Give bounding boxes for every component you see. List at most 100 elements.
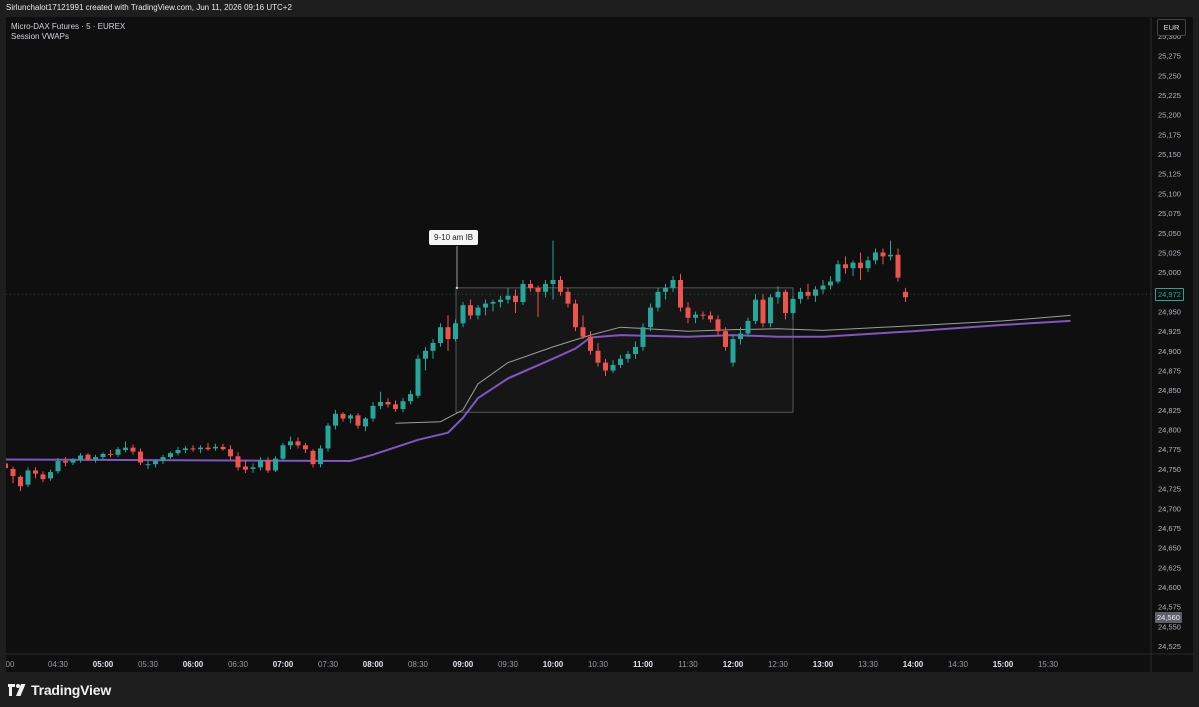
candle[interactable] [310,449,316,468]
candle[interactable] [175,446,181,456]
candle[interactable] [123,441,128,453]
indicator-title[interactable]: Session VWAPs [11,32,125,42]
candle[interactable] [430,339,436,359]
candle[interactable] [423,346,428,371]
candle[interactable] [805,283,811,300]
candle[interactable] [18,475,23,491]
candle[interactable] [768,294,773,328]
candle[interactable] [393,400,398,412]
candle[interactable] [220,443,226,451]
candle[interactable] [303,442,308,454]
candle-body [138,451,143,463]
candle[interactable] [273,456,278,473]
candle[interactable] [333,409,338,430]
candle[interactable] [10,466,16,484]
candle[interactable] [640,323,646,351]
candle[interactable] [33,467,38,479]
candle[interactable] [258,457,263,471]
currency-button[interactable]: EUR [1157,19,1186,36]
candle[interactable] [325,423,331,452]
candle[interactable] [288,436,293,450]
candle[interactable] [348,413,353,424]
candle[interactable] [78,453,83,463]
candle[interactable] [93,454,98,463]
candle-body [670,280,676,288]
candle-body [475,307,481,316]
candle[interactable] [145,461,151,469]
candle[interactable] [168,451,173,459]
candle[interactable] [363,416,368,432]
candle[interactable] [873,248,878,265]
time-tick-label: 10:30 [588,660,609,669]
candle[interactable] [378,391,383,410]
candle[interactable] [400,398,406,413]
candle[interactable] [648,303,653,332]
candle[interactable] [40,471,46,483]
candle[interactable] [678,273,683,312]
candle[interactable] [48,469,53,481]
candle[interactable] [835,260,841,284]
price-tick-label: 24,600 [1158,583,1181,592]
candle[interactable] [820,280,826,295]
chart-panel[interactable]: 25,300 25,275 25,250 25,225 25,200 25,175 25,1… [6,17,1193,672]
candle[interactable] [100,452,106,460]
candle[interactable] [280,442,286,462]
candle[interactable] [408,390,413,405]
candle[interactable] [108,450,113,458]
candle[interactable] [843,256,848,274]
candle[interactable] [798,287,803,304]
tradingview-logo[interactable]: TradingView [8,682,111,698]
candle[interactable] [880,248,886,265]
candle-body [513,295,518,303]
candle[interactable] [6,459,8,472]
price-tick-label: 25,000 [1158,268,1181,277]
ib-annotation-label[interactable]: 9-10 am IB [429,230,479,245]
candle-body [348,415,353,419]
candle[interactable] [115,446,121,458]
price-tick-label: 24,800 [1158,426,1181,435]
candle[interactable] [858,252,863,280]
candle[interactable] [235,452,241,471]
candle[interactable] [828,276,833,290]
candle[interactable] [573,299,578,332]
candle[interactable] [190,445,196,452]
candle[interactable] [265,457,271,473]
candle[interactable] [205,442,211,451]
candle[interactable] [250,463,256,473]
candle[interactable] [138,448,143,465]
candle[interactable] [520,280,526,306]
candle[interactable] [445,315,451,351]
candle[interactable] [213,443,218,451]
candle[interactable] [438,323,443,347]
candle[interactable] [415,354,421,399]
last-price-label: 24,972 [1155,288,1184,302]
candle[interactable] [295,437,301,449]
candle-body [895,254,901,278]
candle-body [610,365,616,371]
candle[interactable] [228,445,233,460]
candle[interactable] [130,444,136,455]
chart-canvas[interactable]: 25,30025,27525,25025,22525,20025,17525,1… [6,17,1193,672]
candle[interactable] [318,445,323,468]
header-bar: Sirlunchalot17121991 created with Tradin… [0,0,1199,17]
candle[interactable] [25,467,31,488]
candle[interactable] [160,454,166,465]
candle[interactable] [355,413,361,429]
candle-body [430,342,436,351]
candle[interactable] [888,240,893,261]
candle[interactable] [850,260,856,277]
candle[interactable] [730,335,736,367]
candle[interactable] [63,457,68,467]
time-tick-label: 09:00 [453,660,474,669]
candle[interactable] [340,412,346,422]
candle[interactable] [385,398,391,408]
candle[interactable] [198,445,203,454]
candle[interactable] [903,287,908,303]
candle[interactable] [370,402,376,422]
candle[interactable] [895,248,901,282]
candle[interactable] [813,286,818,303]
candle-body [693,314,698,318]
candle[interactable] [865,256,871,273]
ib-range-box[interactable] [455,287,794,413]
candle[interactable] [183,446,188,454]
